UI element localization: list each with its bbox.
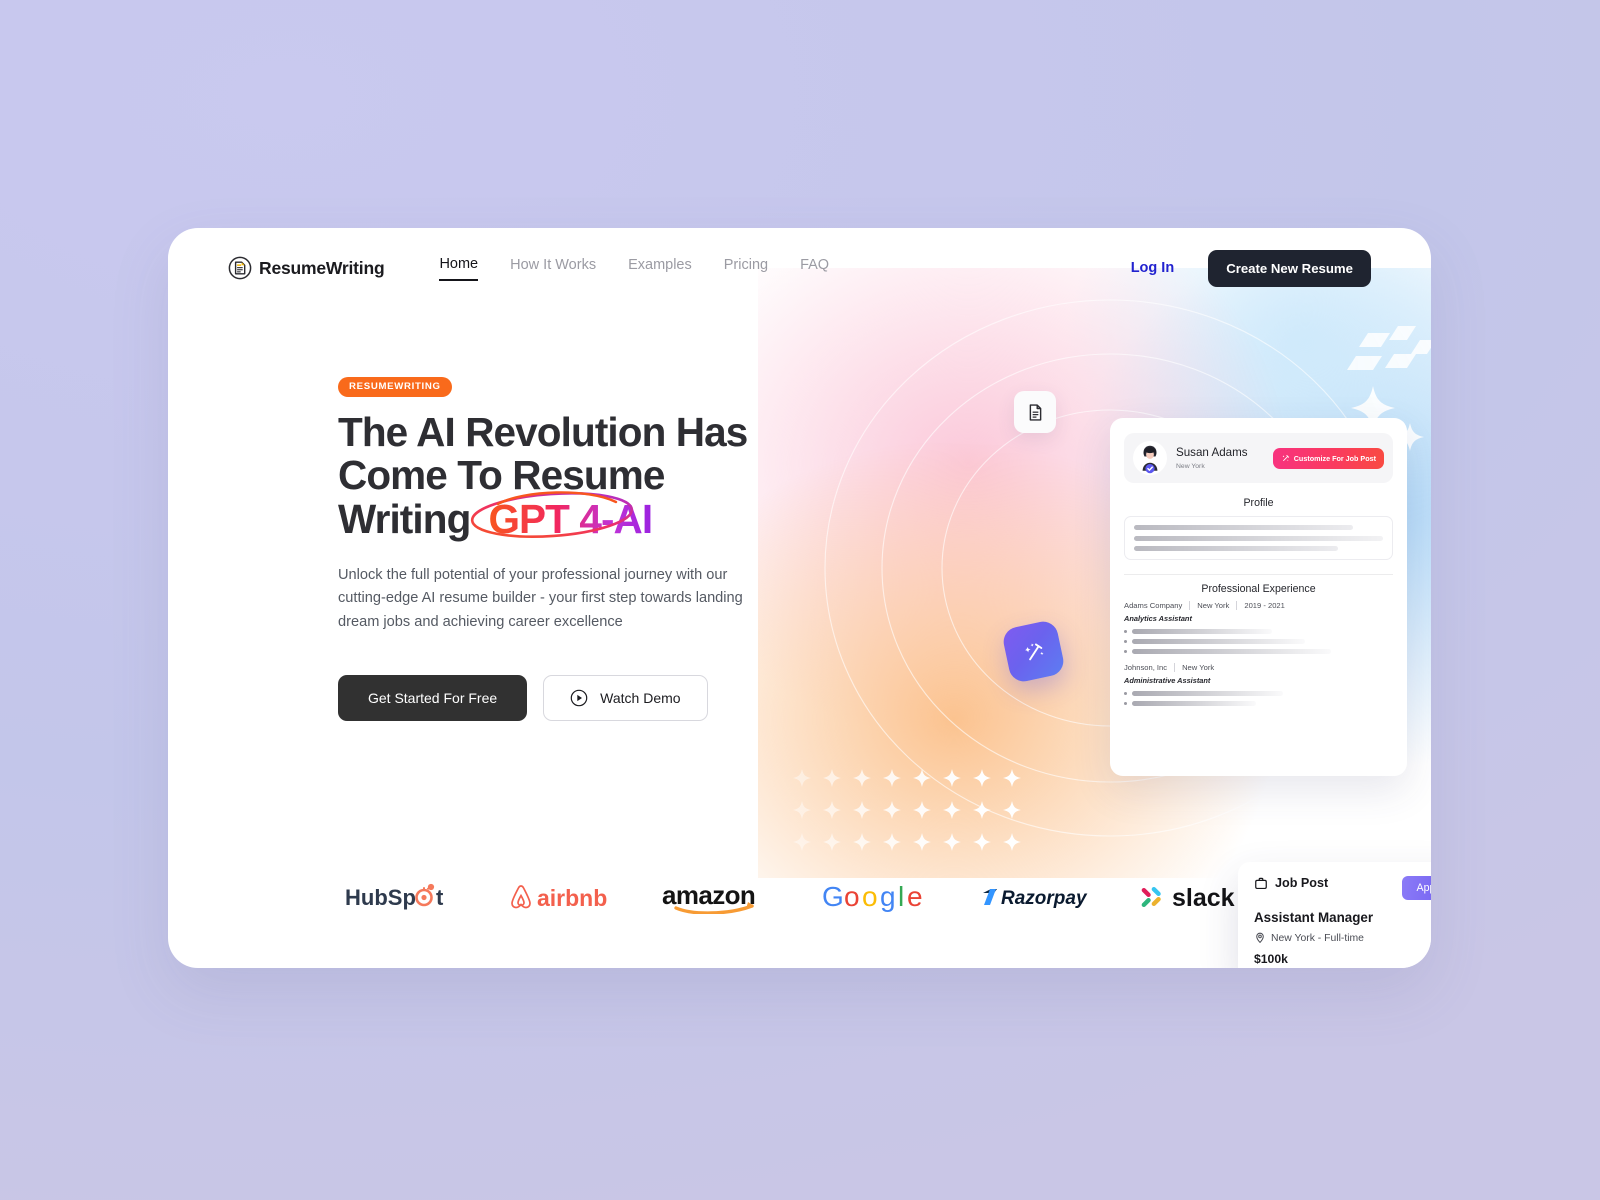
hubspot-logo: HubSp t (320, 882, 480, 912)
razorpay-logo: Razorpay (960, 883, 1120, 911)
bullet-item (1124, 649, 1393, 654)
nav-item-home[interactable]: Home (439, 256, 479, 281)
svg-text:slack: slack (1172, 884, 1235, 912)
experience-location: New York (1197, 601, 1230, 610)
experience-role: Administrative Assistant (1124, 676, 1211, 685)
bullet-item (1124, 629, 1393, 634)
bullet-item (1124, 701, 1393, 706)
resume-person-header: Susan Adams New York Customize For Job P… (1124, 433, 1393, 483)
resume-preview-card: Susan Adams New York Customize For Job P… (1110, 418, 1407, 776)
experience-bullets (1124, 629, 1393, 654)
amazon-logo: amazon (640, 880, 800, 914)
experience-location: New York (1182, 663, 1215, 672)
google-logo: G o o g l e (800, 881, 960, 913)
create-new-resume-button[interactable]: Create New Resume (1208, 249, 1371, 287)
hero-text-block: RESUMEWRITING The AI Revolution Has Come… (338, 376, 758, 721)
experience-item: Adams Company New York 2019 - 2021 Analy… (1110, 601, 1407, 654)
headline-line-3: Writing (338, 495, 471, 542)
resume-person-name: Susan Adams (1176, 446, 1248, 460)
hero-illustration: Susan Adams New York Customize For Job P… (758, 268, 1431, 968)
resume-person-location: New York (1176, 462, 1205, 470)
experience-meta: Johnson, Inc New York (1124, 663, 1393, 672)
brand-name: ResumeWriting (259, 257, 385, 278)
nav-item-pricing[interactable]: Pricing (724, 257, 768, 280)
nav-item-how-it-works[interactable]: How It Works (510, 257, 596, 280)
experience-dates: 2019 - 2021 (1244, 601, 1285, 610)
skeleton-line (1134, 546, 1339, 551)
magic-wand-icon (1282, 454, 1289, 461)
nav-item-faq[interactable]: FAQ (800, 257, 829, 280)
experience-company: Adams Company (1124, 601, 1183, 610)
experience-role: Analytics Assistant (1124, 614, 1192, 623)
skeleton-line (1134, 535, 1383, 541)
hero-paragraph: Unlock the full potential of your profes… (338, 566, 743, 630)
main-navbar: ResumeWriting Home How It Works Examples… (168, 228, 1431, 308)
play-circle-icon (570, 689, 588, 706)
svg-text:l: l (898, 881, 904, 912)
document-icon (1029, 403, 1041, 421)
resume-person-info: Susan Adams New York (1176, 446, 1248, 469)
headline-highlight-wrap: GPT 4-AI (471, 491, 664, 542)
job-post-location: New York - Full-time (1271, 932, 1364, 944)
watch-demo-button[interactable]: Watch Demo (543, 674, 708, 721)
customize-label: Customize For Job Post (1293, 453, 1376, 463)
slack-logo: slack (1120, 881, 1280, 913)
nav-links: Home How It Works Examples Pricing FAQ (439, 256, 829, 281)
location-pin-icon (1256, 932, 1264, 943)
sparkle-grid-decoration (793, 769, 1021, 851)
magic-wand-icon (1024, 642, 1043, 660)
nav-item-examples[interactable]: Examples (628, 257, 692, 280)
floating-document-chip[interactable] (1014, 391, 1056, 433)
landing-page-card: ResumeWriting Home How It Works Examples… (168, 228, 1431, 968)
hero-eyebrow-pill: RESUMEWRITING (338, 376, 452, 397)
profile-heading: Profile (1243, 497, 1274, 509)
airbnb-logo: airbnb (480, 882, 640, 912)
avatar (1133, 441, 1167, 475)
svg-text:airbnb: airbnb (537, 885, 607, 911)
svg-text:t: t (436, 885, 444, 910)
document-badge-icon (228, 256, 252, 280)
headline-highlight: GPT 4-AI (488, 495, 653, 542)
headline-line-1: The AI Revolution Has (338, 408, 748, 455)
partner-logos-strip: HubSp t airbnb amazon G o o g l e Razorp… (168, 880, 1431, 914)
bullet-item (1124, 639, 1393, 644)
svg-text:G: G (822, 881, 844, 912)
headline-line-2: Come To Resume (338, 452, 665, 499)
job-post-location-row: New York - Full-time (1254, 932, 1431, 944)
svg-text:HubSp: HubSp (345, 885, 416, 910)
svg-text:e: e (907, 881, 923, 912)
svg-text:o: o (844, 881, 860, 912)
experience-item: Johnson, Inc New York Administrative Ass… (1110, 663, 1407, 706)
svg-text:Razorpay: Razorpay (1001, 888, 1088, 909)
bullet-item (1124, 691, 1393, 696)
section-divider (1124, 574, 1393, 575)
job-post-salary: $100k (1254, 952, 1288, 966)
experience-bullets (1124, 691, 1393, 706)
experience-meta: Adams Company New York 2019 - 2021 (1124, 601, 1393, 610)
experience-company: Johnson, Inc (1124, 663, 1168, 672)
brand-logo[interactable]: ResumeWriting (228, 256, 385, 280)
svg-text:amazon: amazon (662, 880, 755, 910)
customize-for-job-post-button[interactable]: Customize For Job Post (1272, 447, 1384, 469)
experience-heading: Professional Experience (1201, 583, 1316, 595)
page-title: The AI Revolution Has Come To Resume Wri… (338, 408, 758, 542)
get-started-button[interactable]: Get Started For Free (338, 674, 528, 721)
svg-text:g: g (880, 881, 896, 912)
login-link[interactable]: Log In (1131, 260, 1175, 276)
profile-skeleton (1124, 516, 1393, 560)
svg-text:o: o (862, 881, 878, 912)
job-post-card: Job Post Apply Assistant Manager New Yor… (1238, 862, 1431, 968)
hero-button-row: Get Started For Free Watch Demo (338, 674, 758, 721)
watch-demo-label: Watch Demo (600, 689, 681, 706)
skeleton-line (1134, 525, 1354, 530)
nav-actions: Log In Create New Resume (1131, 249, 1371, 287)
